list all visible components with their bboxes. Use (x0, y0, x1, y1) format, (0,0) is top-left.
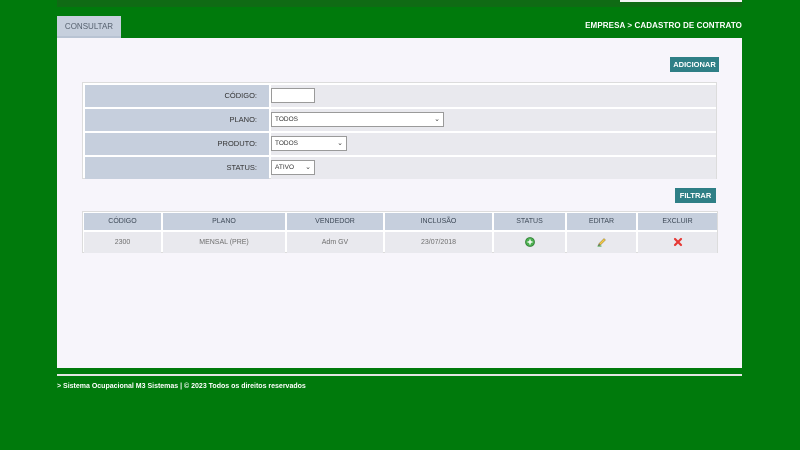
filter-row-produto: PRODUTO: TODOS ⌄ (85, 133, 716, 155)
footer-copyright: > Sistema Ocupacional M3 Sistemas | © 20… (57, 383, 306, 390)
column-header-plano[interactable]: PLANO (163, 213, 285, 230)
plano-select[interactable]: TODOS ⌄ (271, 112, 444, 127)
contracts-table: CÓDIGO PLANO VENDEDOR INCLUSÃO STATUS ED… (82, 211, 718, 253)
tab-bar: CONSULTAR EMPRESA > CADASTRO DE CONTRATO (57, 16, 742, 38)
plano-field-cell: TODOS ⌄ (271, 109, 716, 131)
footer-divider (57, 374, 742, 376)
produto-field-cell: TODOS ⌄ (271, 133, 716, 155)
column-header-codigo[interactable]: CÓDIGO (84, 213, 161, 230)
chevron-down-icon: ⌄ (305, 164, 311, 171)
cell-excluir (638, 232, 717, 253)
top-user-box (620, 0, 742, 2)
filter-button[interactable]: FILTRAR (675, 188, 716, 203)
main-content: ADICIONAR CÓDIGO: PLANO: TODOS ⌄ PRODUTO… (57, 38, 742, 368)
top-strip (57, 0, 742, 7)
cell-vendedor: Adm GV (287, 232, 383, 253)
codigo-input[interactable] (271, 88, 315, 103)
plano-select-value: TODOS (275, 116, 298, 123)
filter-row-status: STATUS: ATIVO ⌄ (85, 157, 716, 179)
column-header-editar: EDITAR (567, 213, 636, 230)
plano-label: PLANO: (85, 109, 269, 131)
add-button[interactable]: ADICIONAR (670, 57, 719, 72)
table-header: CÓDIGO PLANO VENDEDOR INCLUSÃO STATUS ED… (84, 213, 717, 230)
produto-select-value: TODOS (275, 140, 298, 147)
cell-codigo: 2300 (84, 232, 161, 253)
tab-consultar[interactable]: CONSULTAR (57, 16, 121, 38)
produto-select[interactable]: TODOS ⌄ (271, 136, 347, 151)
column-header-vendedor[interactable]: VENDEDOR (287, 213, 383, 230)
table-row: 2300 MENSAL (PRE) Adm GV 23/07/2018 (84, 232, 717, 253)
cell-inclusao: 23/07/2018 (385, 232, 492, 253)
filter-form: CÓDIGO: PLANO: TODOS ⌄ PRODUTO: TODOS ⌄ (82, 82, 717, 179)
chevron-down-icon: ⌄ (337, 140, 343, 147)
breadcrumb: EMPRESA > CADASTRO DE CONTRATO (585, 21, 742, 30)
cell-plano: MENSAL (PRE) (163, 232, 285, 253)
chevron-down-icon: ⌄ (434, 116, 440, 123)
codigo-label: CÓDIGO: (85, 85, 269, 107)
add-circle-icon[interactable] (524, 237, 535, 248)
status-select-value: ATIVO (275, 164, 295, 171)
filter-row-plano: PLANO: TODOS ⌄ (85, 109, 716, 131)
column-header-inclusao[interactable]: INCLUSÃO (385, 213, 492, 230)
cell-editar (567, 232, 636, 253)
status-select[interactable]: ATIVO ⌄ (271, 160, 315, 175)
produto-label: PRODUTO: (85, 133, 269, 155)
x-icon[interactable] (673, 237, 683, 247)
cell-status (494, 232, 565, 253)
filter-row-codigo: CÓDIGO: (85, 85, 716, 107)
pencil-icon[interactable] (597, 237, 607, 247)
column-header-excluir: EXCLUIR (638, 213, 717, 230)
status-label: STATUS: (85, 157, 269, 179)
codigo-field-cell (271, 85, 716, 107)
column-header-status: STATUS (494, 213, 565, 230)
status-field-cell: ATIVO ⌄ (271, 157, 716, 179)
